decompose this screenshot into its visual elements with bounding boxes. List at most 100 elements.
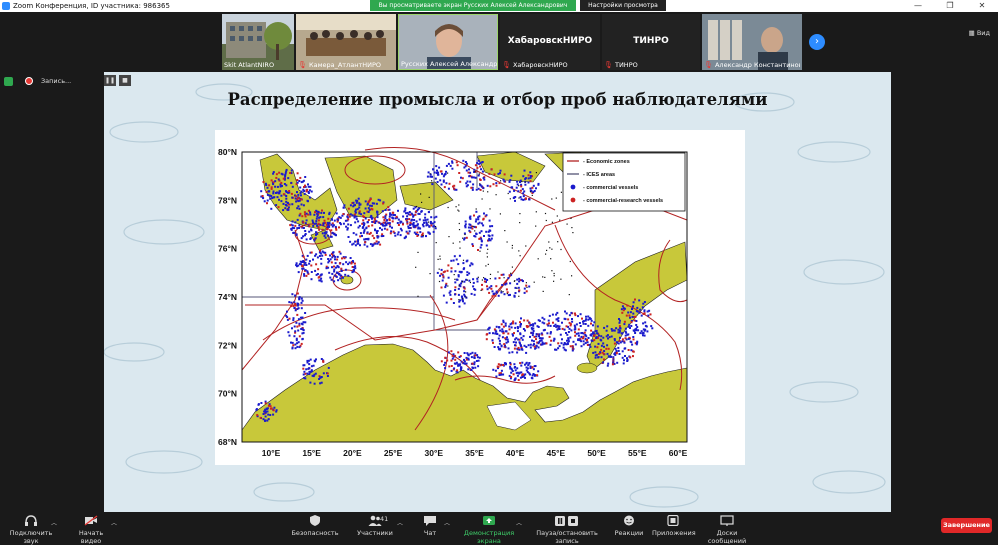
commercial-vessel-point (381, 228, 383, 231)
commercial-vessel-point (389, 212, 392, 215)
participant-tile[interactable]: Skit AtlantNIRO (222, 14, 294, 70)
sparse-vessel-point (551, 270, 553, 272)
minimize-button[interactable]: — (902, 0, 934, 12)
research-vessel-point (597, 352, 600, 355)
research-vessel-point (450, 267, 453, 270)
research-vessel-point (498, 277, 501, 280)
commercial-vessel-point (304, 222, 307, 225)
commercial-vessel-point (321, 232, 324, 235)
longitude-tick-label: 20°E (343, 448, 362, 458)
commercial-vessel-point (433, 216, 436, 219)
participant-tile[interactable]: 🎙 Камера_АтлантНИРО (296, 14, 396, 70)
commercial-vessel-point (399, 221, 402, 224)
commercial-vessel-point (514, 369, 517, 372)
sparse-vessel-point (478, 173, 480, 175)
commercial-vessel-point (522, 198, 525, 201)
commercial-vessel-point (428, 225, 431, 228)
commercial-vessel-point (323, 234, 326, 237)
research-vessel-point (300, 342, 303, 345)
commercial-vessel-point (514, 338, 517, 341)
commercial-vessel-point (473, 293, 476, 296)
commercial-vessel-point (584, 329, 587, 332)
research-vessel-point (504, 337, 507, 340)
research-vessel-point (476, 166, 479, 169)
commercial-vessel-point (335, 266, 337, 269)
commercial-vessel-point (308, 262, 311, 265)
commercial-vessel-point (294, 347, 297, 350)
commercial-vessel-point (328, 271, 331, 274)
research-vessel-point (379, 243, 382, 246)
audio-options-caret[interactable]: ︿ (51, 518, 57, 527)
commercial-vessel-point (645, 325, 648, 328)
commercial-vessel-point (433, 171, 436, 174)
stop-recording-button[interactable]: ■ (119, 75, 131, 86)
commercial-vessel-point (590, 319, 593, 322)
reactions-button[interactable]: Реакции (614, 515, 644, 537)
view-options-button[interactable]: Настройки просмотра ⌄ (580, 0, 666, 20)
close-button[interactable]: ✕ (966, 0, 998, 12)
commercial-vessel-point (643, 310, 646, 313)
commercial-vessel-point (529, 346, 532, 349)
chat-options-caret[interactable]: ︿ (444, 518, 450, 527)
commercial-vessel-point (347, 236, 350, 238)
share-options-caret[interactable]: ︿ (516, 518, 522, 527)
pause-record-icon (555, 516, 578, 526)
view-toggle-button[interactable]: ▦ Вид (969, 29, 990, 37)
research-vessel-point (289, 172, 292, 174)
commercial-vessel-point (515, 372, 518, 375)
research-vessel-point (270, 179, 273, 182)
commercial-vessel-point (481, 170, 484, 173)
commercial-vessel-point (619, 336, 621, 339)
research-vessel-point (364, 241, 367, 244)
commercial-vessel-point (440, 268, 443, 271)
zoom-app-icon (2, 2, 10, 10)
commercial-vessel-point (346, 215, 349, 218)
commercial-vessel-point (551, 313, 554, 316)
sparse-vessel-point (485, 265, 487, 267)
research-vessel-point (477, 249, 479, 251)
commercial-vessel-point (476, 277, 479, 280)
chat-button[interactable]: Чат (418, 515, 442, 537)
commercial-vessel-point (589, 345, 592, 348)
participant-tile[interactable]: ХабаровскНИРО 🎙 ХабаровскНИРО (500, 14, 600, 70)
sparse-vessel-point (549, 247, 551, 249)
research-vessel-point (557, 342, 560, 345)
commercial-vessel-point (531, 377, 534, 380)
commercial-vessel-point (642, 322, 645, 325)
commercial-vessel-point (521, 338, 524, 341)
commercial-vessel-point (304, 230, 307, 232)
commercial-vessel-point (297, 329, 300, 332)
maximize-button[interactable]: ❐ (934, 0, 966, 12)
commercial-vessel-point (469, 217, 472, 220)
participant-tile[interactable]: 🎙 Александр Константинови... (702, 14, 802, 70)
research-vessel-point (565, 325, 568, 328)
commercial-vessel-point (354, 210, 357, 213)
commercial-vessel-point (374, 228, 376, 231)
security-button[interactable]: Безопасность (290, 515, 340, 537)
sparse-vessel-point (483, 277, 485, 279)
commercial-vessel-point (342, 206, 345, 209)
commercial-vessel-point (474, 235, 477, 238)
video-options-caret[interactable]: ︿ (111, 518, 117, 527)
sparse-vessel-point (458, 229, 461, 231)
commercial-vessel-point (308, 370, 311, 373)
commercial-vessel-point (616, 361, 619, 364)
apps-button[interactable]: Приложения (652, 515, 696, 537)
participant-tile[interactable]: ТИНРО 🎙 ТИНРО (602, 14, 700, 70)
participants-button[interactable]: Участники (355, 515, 395, 537)
next-participants-button[interactable]: › (809, 34, 825, 50)
commercial-vessel-point (385, 223, 388, 226)
participants-options-caret[interactable]: ︿ (397, 518, 403, 527)
research-vessel-point (346, 213, 349, 216)
end-meeting-button[interactable]: Завершение (941, 518, 992, 533)
commercial-vessel-point (626, 357, 628, 360)
research-vessel-point (391, 220, 394, 223)
sparse-vessel-point (486, 252, 488, 254)
commercial-vessel-point (435, 215, 438, 218)
pause-recording-button[interactable]: ❚❚ (104, 75, 116, 86)
sparse-vessel-point (560, 191, 562, 193)
participant-tile-active-speaker[interactable]: Русских Алексей Александро... (398, 14, 498, 70)
share-banner: Вы просматриваете экран Русских Алексей … (370, 0, 666, 20)
commercial-vessel-point (313, 213, 316, 216)
research-vessel-point (402, 223, 404, 226)
